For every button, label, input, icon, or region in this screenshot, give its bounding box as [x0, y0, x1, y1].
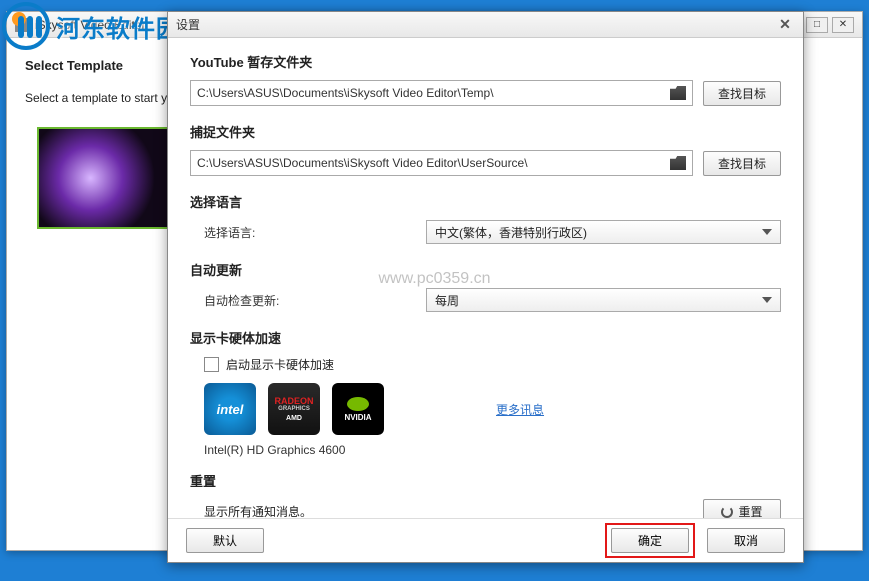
settings-dialog: 设置 ✕ YouTube 暂存文件夹 C:\Users\ASUS\Documen… — [167, 11, 804, 563]
gpu-accel-checkbox-label: 启动显示卡硬体加速 — [226, 356, 334, 373]
capture-path-input[interactable]: C:\Users\ASUS\Documents\iSkysoft Video E… — [190, 150, 693, 176]
intel-logo-icon: intel — [204, 383, 256, 435]
language-label: 选择语言: — [204, 224, 414, 241]
reset-header: 重置 — [190, 471, 781, 490]
reset-button[interactable]: 重置 — [703, 499, 781, 518]
language-header: 选择语言 — [190, 192, 781, 211]
youtube-temp-path-text: C:\Users\ASUS\Documents\iSkysoft Video E… — [197, 86, 494, 100]
auto-update-value: 每周 — [435, 292, 459, 309]
chevron-down-icon — [762, 297, 772, 303]
dialog-footer: 默认 确定 取消 — [168, 518, 803, 562]
youtube-temp-find-button[interactable]: 查找目标 — [703, 81, 781, 106]
template-thumbnail-dancing-night[interactable] — [37, 127, 170, 229]
auto-update-label: 自动检查更新: — [204, 292, 414, 309]
close-main-button[interactable]: ✕ — [832, 17, 854, 33]
ok-button-highlight: 确定 — [605, 523, 695, 558]
youtube-temp-header: YouTube 暂存文件夹 — [190, 52, 781, 71]
auto-update-select[interactable]: 每周 — [426, 288, 781, 312]
nvidia-logo-icon: NVIDIA — [332, 383, 384, 435]
default-button[interactable]: 默认 — [186, 528, 264, 553]
detected-gpu-text: Intel(R) HD Graphics 4600 — [204, 443, 781, 457]
reset-description: 显示所有通知消息。 — [204, 503, 312, 518]
capture-find-button[interactable]: 查找目标 — [703, 151, 781, 176]
gpu-accel-checkbox[interactable] — [204, 357, 219, 372]
more-info-link[interactable]: 更多讯息 — [496, 401, 544, 418]
maximize-button[interactable]: □ — [806, 17, 828, 33]
language-select[interactable]: 中文(繁体，香港特别行政区) — [426, 220, 781, 244]
watermark-brand-text: 河东软件园 — [56, 9, 181, 44]
capture-folder-header: 捕捉文件夹 — [190, 122, 781, 141]
dialog-titlebar: 设置 ✕ — [168, 12, 803, 38]
close-icon[interactable]: ✕ — [775, 16, 795, 34]
watermark-logo-icon — [2, 2, 50, 50]
refresh-icon — [721, 506, 733, 518]
chevron-down-icon — [762, 229, 772, 235]
capture-path-text: C:\Users\ASUS\Documents\iSkysoft Video E… — [197, 156, 528, 170]
cancel-button[interactable]: 取消 — [707, 528, 785, 553]
amd-radeon-logo-icon: RADEON GRAPHICS AMD — [268, 383, 320, 435]
folder-icon[interactable] — [670, 86, 686, 100]
ok-button[interactable]: 确定 — [611, 528, 689, 553]
youtube-temp-path-input[interactable]: C:\Users\ASUS\Documents\iSkysoft Video E… — [190, 80, 693, 106]
dialog-title-text: 设置 — [176, 16, 200, 33]
gpu-accel-header: 显示卡硬体加速 — [190, 328, 781, 347]
folder-icon[interactable] — [670, 156, 686, 170]
watermark-logo: 河东软件园 — [2, 2, 181, 50]
auto-update-header: 自动更新 — [190, 260, 781, 279]
language-value: 中文(繁体，香港特别行政区) — [435, 224, 587, 241]
